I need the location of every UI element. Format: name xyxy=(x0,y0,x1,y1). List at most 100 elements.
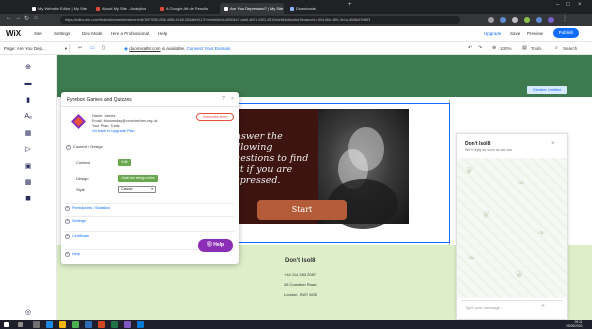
tools-button[interactable]: Tools xyxy=(531,46,542,51)
expand-icon: + xyxy=(65,252,70,257)
tab-label: A Google Aft de Results xyxy=(166,6,209,11)
extension-icon[interactable] xyxy=(500,17,506,23)
maximize-icon[interactable]: □ xyxy=(566,2,570,8)
undo-arrow-icon[interactable]: ↩ xyxy=(78,45,82,51)
chrome-icon[interactable] xyxy=(72,321,79,328)
menu-site[interactable]: Site xyxy=(34,31,42,36)
new-tab-icon[interactable]: + xyxy=(348,2,352,8)
connect-domain-link[interactable]: Connect Your Domain xyxy=(187,46,231,51)
content-design-header[interactable]: − Content / Design xyxy=(66,144,103,150)
content-design-label: Content / Design xyxy=(73,144,103,149)
wix-logo[interactable]: WiX xyxy=(6,29,21,38)
section-label: Participants / Statistics xyxy=(72,206,111,210)
extension-icon[interactable] xyxy=(488,17,494,23)
footer-address-line1: 28 Crowther Road xyxy=(284,282,317,287)
domain-url[interactable]: doomisall8.com xyxy=(129,46,160,51)
edge-browser-icon[interactable] xyxy=(46,321,53,328)
wix-apps-icon[interactable]: ◼ xyxy=(24,195,32,203)
design-label: Design xyxy=(76,176,89,181)
profile-avatar-icon[interactable] xyxy=(548,17,554,23)
powerpoint-icon[interactable] xyxy=(98,321,105,328)
site-design-icon[interactable]: Aₐ xyxy=(24,113,32,121)
word-icon[interactable] xyxy=(85,321,92,328)
section-settings[interactable]: + Settings xyxy=(65,216,235,225)
redo-icon[interactable]: ↷ xyxy=(478,45,482,51)
task-view-icon[interactable] xyxy=(33,321,40,328)
browser-tab[interactable]: A Google Aft de Results xyxy=(156,3,218,14)
upgrade-button[interactable]: Upgrade xyxy=(484,31,501,36)
floating-help-button[interactable]: ⓪ Help xyxy=(198,239,233,252)
desktop-view-icon[interactable]: ▭ xyxy=(90,45,95,51)
taskbar-search-icon[interactable] xyxy=(18,322,23,327)
globe-icon: ◉ xyxy=(124,46,128,51)
upgrade-plan-link[interactable]: Go back to Upgrade Plan xyxy=(92,129,135,133)
blog-icon[interactable]: ▷ xyxy=(24,146,32,154)
home-icon[interactable]: ⌂ xyxy=(34,15,38,21)
header-section[interactable] xyxy=(57,55,592,97)
expand-icon: + xyxy=(65,234,70,239)
open-design-editor-button[interactable]: Open the design editor xyxy=(118,175,158,182)
menu-help[interactable]: Help xyxy=(158,31,167,36)
reload-icon[interactable]: ↻ xyxy=(24,15,29,22)
menu-settings[interactable]: Settings xyxy=(54,31,70,36)
browser-menu-icon[interactable]: ⋮ xyxy=(562,15,568,22)
zoom-level[interactable]: 100% xyxy=(500,46,512,51)
section-participants-statistics[interactable]: + Participants / Statistics xyxy=(65,203,235,212)
excel-icon[interactable] xyxy=(111,321,118,328)
tab-label: My Website Editor | My Site xyxy=(38,6,87,11)
send-icon[interactable]: ➤ xyxy=(541,303,545,309)
chat-message-input[interactable]: Type your message... xyxy=(461,300,563,312)
extension-icon[interactable] xyxy=(524,17,530,23)
page-selector[interactable]: Page: Are You Dep... ▾ xyxy=(2,44,70,53)
publish-button[interactable]: Publish xyxy=(553,28,579,38)
system-clock[interactable]: 09:11 25/05/2020 xyxy=(566,320,583,328)
chat-body: ❦ ❧ ❦ ❧ ❧ ❦ xyxy=(457,158,567,298)
footer-address-line2: London, SW7 8GE xyxy=(284,292,318,297)
media-icon[interactable]: ▣ xyxy=(24,163,32,171)
close-icon[interactable]: × xyxy=(551,141,555,147)
start-button[interactable]: Start xyxy=(257,200,347,220)
tools-icon[interactable]: ▤ xyxy=(522,45,527,51)
subscribe-button[interactable]: Subscribe Here xyxy=(196,113,234,121)
address-bar[interactable]: https://editor.wix.com/html/editor/web/r… xyxy=(60,16,460,24)
menu-hire-professional[interactable]: Hire a Professional xyxy=(111,31,149,36)
minimize-icon[interactable]: – xyxy=(556,2,559,8)
my-business-icon[interactable]: ▩ xyxy=(24,179,32,187)
close-icon[interactable]: × xyxy=(231,96,234,102)
undo-icon[interactable]: ↶ xyxy=(468,45,472,51)
outlook-icon[interactable] xyxy=(137,321,144,328)
expand-icon: + xyxy=(65,206,70,211)
teams-icon[interactable] xyxy=(124,321,131,328)
browser-tab[interactable]: My Website Editor | My Site xyxy=(28,3,90,14)
style-select[interactable]: Classic ▾ xyxy=(118,186,156,193)
browser-tab[interactable]: Downloads xyxy=(286,3,346,14)
selection-frame xyxy=(205,103,450,243)
mobile-view-icon[interactable]: ▯ xyxy=(102,45,105,51)
add-apps-icon[interactable]: ▦ xyxy=(24,130,32,138)
extension-icon[interactable] xyxy=(536,17,542,23)
back-icon[interactable]: ← xyxy=(6,15,12,21)
forward-icon[interactable]: → xyxy=(15,15,21,21)
file-explorer-icon[interactable] xyxy=(59,321,66,328)
help-icon[interactable]: ? xyxy=(222,96,225,102)
menu-dev-mode[interactable]: Dev Mode xyxy=(82,31,103,36)
preview-button[interactable]: Preview xyxy=(527,31,543,36)
pages-menu-icon[interactable]: ▮ xyxy=(24,97,32,105)
start-menu-icon[interactable] xyxy=(4,322,9,327)
close-window-icon[interactable]: × xyxy=(578,2,582,8)
add-section-icon[interactable]: ▬ xyxy=(24,80,32,88)
help-button-label: Help xyxy=(213,242,225,248)
search-icon[interactable]: ⌕ xyxy=(555,45,558,51)
extension-icon[interactable] xyxy=(512,17,518,23)
layers-icon[interactable]: ◎ xyxy=(25,308,31,316)
search-button[interactable]: Search xyxy=(563,46,577,51)
section-badge[interactable]: Section: Untitled xyxy=(527,86,567,94)
browser-tab-active[interactable]: Are You Depressed? | My Site × xyxy=(220,3,284,14)
save-button[interactable]: Save xyxy=(510,31,520,36)
zoom-icon[interactable]: ⊕ xyxy=(492,45,496,51)
edit-content-button[interactable]: Edit xyxy=(118,159,131,166)
browser-tab[interactable]: About My Site - Analytics xyxy=(92,3,154,14)
leaf-icon: ❦ xyxy=(515,270,524,281)
add-elements-icon[interactable]: ⊕ xyxy=(24,64,32,72)
leaf-icon: ❦ xyxy=(482,210,491,221)
